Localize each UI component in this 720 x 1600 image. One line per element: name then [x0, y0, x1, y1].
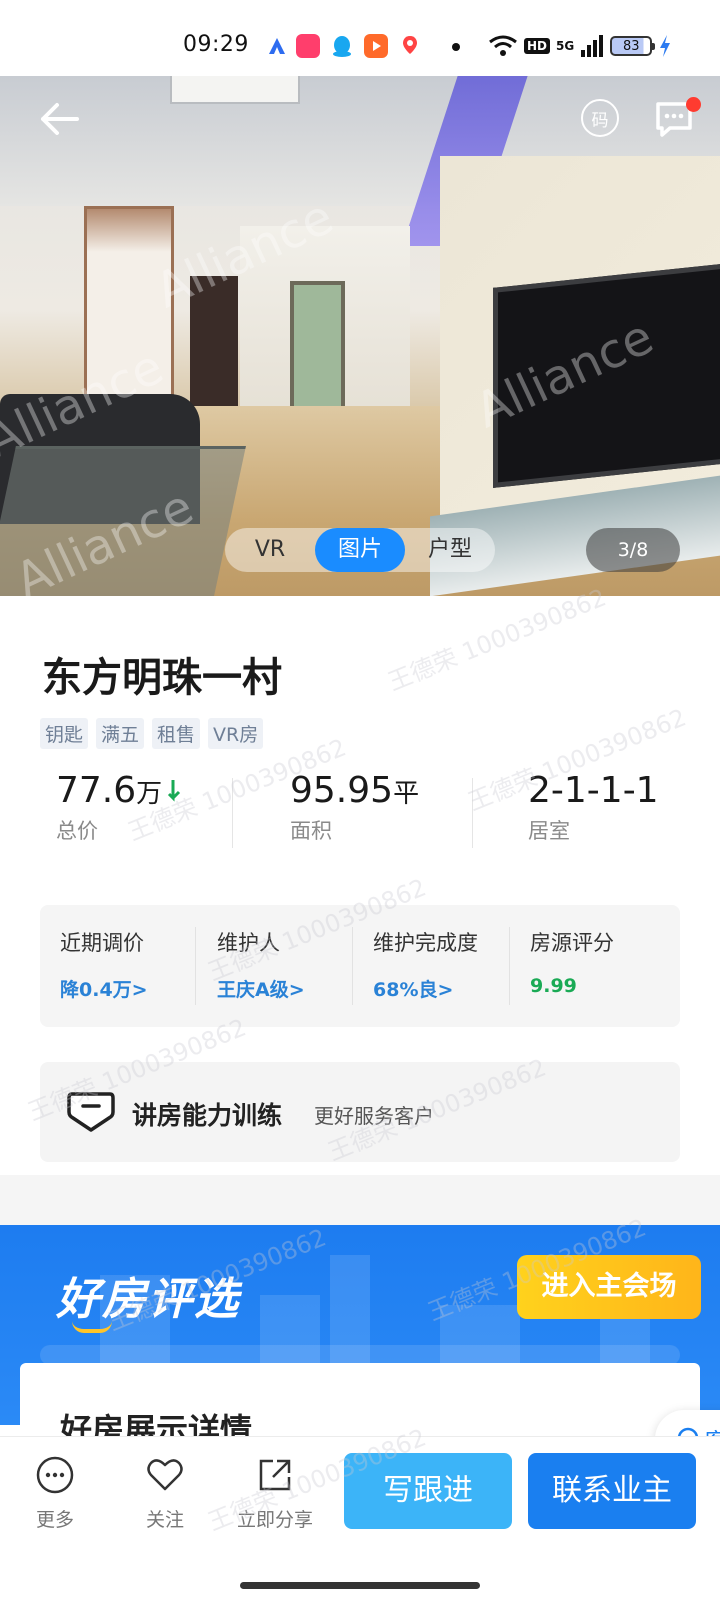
banner-title: 好房评选 [56, 1263, 240, 1333]
charging-icon [660, 35, 671, 57]
listing-score[interactable]: 房源评分 9.99 [530, 927, 614, 997]
tab-floor-plan[interactable]: 户型 [405, 528, 495, 572]
maintenance-completion[interactable]: 维护完成度 68%良> [373, 927, 478, 1002]
bottom-action-bar: 更多 关注 立即分享 写跟进 联系业主 [0, 1436, 720, 1600]
share-label: 立即分享 [236, 1509, 313, 1531]
share-button[interactable]: 立即分享 [230, 1455, 320, 1532]
listing-title: 东方明珠一村 [42, 655, 282, 701]
summary-value: 王庆A级> [217, 979, 305, 1001]
tab-photos[interactable]: 图片 [315, 528, 405, 572]
shopping-app-icon [296, 34, 320, 58]
listing-summary-card: 近期调价 降0.4万> 维护人 王庆A级> 维护完成度 68%良> 房源评分 9… [40, 905, 680, 1027]
status-indicators: HD 5G 83 [488, 32, 672, 60]
kpi-area: 95.95平 面积 [290, 770, 419, 845]
price-unit: 万 [136, 779, 163, 809]
divider [195, 927, 196, 1005]
banner-ground [40, 1345, 680, 1365]
section-divider [0, 1175, 720, 1225]
speech-bubble-icon [67, 1092, 115, 1132]
tag-vr: VR房 [208, 718, 264, 749]
wifi-icon [489, 35, 517, 56]
recent-price-change[interactable]: 近期调价 降0.4万> [60, 927, 148, 1002]
heart-icon [147, 1459, 183, 1491]
area-value: 95.95 [290, 770, 394, 811]
divider [472, 778, 473, 848]
share-icon [259, 1459, 291, 1491]
enter-venue-button[interactable]: 进入主会场 [517, 1255, 701, 1319]
more-button[interactable]: 更多 [10, 1455, 100, 1532]
banner-title-text: 好房评选 [56, 1274, 240, 1325]
summary-key: 房源评分 [530, 931, 614, 955]
maintainer[interactable]: 维护人 王庆A级> [217, 927, 305, 1002]
layout-label: 居室 [528, 819, 570, 843]
status-time: 09:29 [183, 32, 249, 57]
contact-owner-button[interactable]: 联系业主 [528, 1453, 696, 1529]
battery-level: 83 [622, 38, 640, 54]
area-label: 面积 [290, 819, 332, 843]
price-value: 77.6 [56, 770, 137, 811]
network-label: 5G [556, 39, 575, 53]
video-app-icon [364, 34, 388, 58]
back-arrow-icon [41, 103, 79, 135]
area-unit: 平 [393, 779, 420, 809]
qq-icon [330, 34, 354, 58]
divider [232, 778, 233, 848]
tag-key: 钥匙 [40, 718, 89, 749]
photo-window [290, 281, 345, 411]
summary-key: 维护人 [217, 931, 280, 955]
signal-icon [581, 35, 604, 57]
battery-indicator: 83 [610, 36, 656, 56]
qr-code-button[interactable]: 码 [581, 99, 619, 137]
hd-badge: HD [524, 38, 551, 54]
tag-list: 钥匙 满五 租售 VR房 [40, 718, 264, 749]
home-indicator[interactable] [240, 1582, 480, 1589]
listing-photo[interactable]: Alliance Alliance Alliance Alliance [0, 76, 720, 596]
price-label: 总价 [56, 819, 98, 843]
training-title: 讲房能力训练 [132, 1101, 283, 1130]
photo-ceiling-panel [170, 76, 300, 104]
back-button[interactable] [34, 94, 84, 144]
summary-key: 维护完成度 [373, 931, 478, 955]
key-metrics: 77.6万 总价 95.95平 面积 2-1-1-1 居室 [0, 770, 720, 852]
layout-value: 2-1-1-1 [528, 770, 659, 811]
unread-badge [686, 97, 701, 112]
media-tab-bar: VR 图片 户型 [225, 528, 495, 572]
summary-value: 降0.4万> [60, 979, 148, 1001]
tag-five-years: 满五 [96, 718, 145, 749]
tag-rent-sale: 租售 [152, 718, 201, 749]
app-notification-icon [265, 34, 289, 58]
summary-value: 9.99 [530, 975, 577, 997]
more-label: 更多 [35, 1509, 74, 1531]
more-icon [36, 1456, 74, 1494]
follow-button[interactable]: 关注 [120, 1455, 210, 1532]
training-entry[interactable]: 讲房能力训练 更好服务客户 [40, 1062, 680, 1162]
write-follow-up-button[interactable]: 写跟进 [344, 1453, 512, 1529]
location-app-icon [398, 34, 422, 58]
training-subtitle: 更好服务客户 [314, 1104, 434, 1128]
kpi-layout: 2-1-1-1 居室 [528, 770, 659, 845]
photo-counter: 3/8 [586, 528, 680, 572]
kpi-total-price: 77.6万 总价 [56, 770, 183, 845]
summary-value: 68%良> [373, 979, 454, 1001]
summary-key: 近期调价 [60, 931, 144, 955]
status-bar: 09:29 HD 5G 83 [0, 0, 720, 76]
divider [509, 927, 510, 1005]
price-down-icon [168, 780, 181, 802]
tab-vr[interactable]: VR [225, 528, 315, 572]
notification-dot [452, 43, 460, 51]
smile-icon [72, 1321, 112, 1333]
follow-label: 关注 [145, 1509, 184, 1531]
divider [352, 927, 353, 1005]
